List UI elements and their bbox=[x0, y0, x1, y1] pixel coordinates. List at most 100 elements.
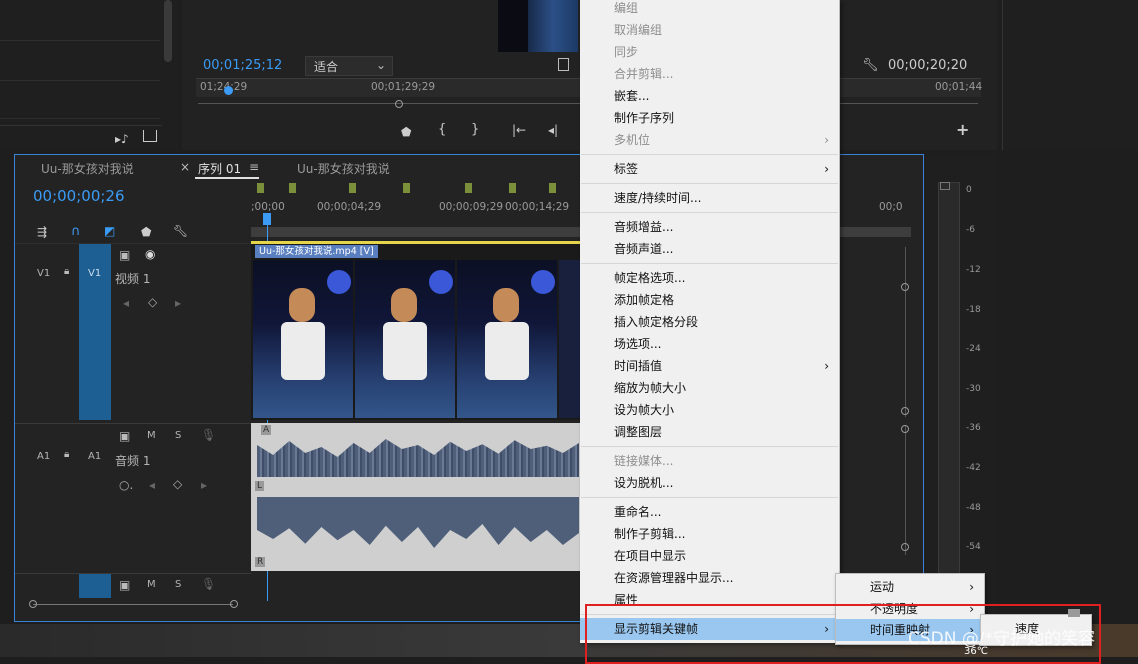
menu-item-ungroup[interactable]: 取消编组 bbox=[580, 19, 839, 41]
menu-item-reveal-in-explorer[interactable]: 在资源管理器中显示... bbox=[580, 567, 839, 589]
menu-item-make-subsequence[interactable]: 制作子序列 bbox=[580, 107, 839, 129]
wrench-icon[interactable]: 🔧︎ bbox=[173, 224, 188, 238]
timeline-zoom-bar[interactable] bbox=[33, 604, 233, 605]
playhead-marker[interactable] bbox=[224, 86, 233, 95]
scroll-handle[interactable] bbox=[901, 283, 909, 291]
film-icon[interactable]: ▣ bbox=[119, 248, 130, 262]
menu-item-audio-gain[interactable]: 音频增益... bbox=[580, 216, 839, 238]
menu-item-synchronize[interactable]: 同步 bbox=[580, 41, 839, 63]
menu-item-time-interpolation[interactable]: 时间插值 › bbox=[580, 355, 839, 377]
microphone-icon[interactable]: 🎙︎ bbox=[201, 577, 216, 591]
menu-item-group[interactable]: 编组 bbox=[580, 0, 839, 19]
microphone-icon[interactable]: 🎙︎ bbox=[201, 428, 216, 442]
menu-item-label-submenu[interactable]: 标签 › bbox=[580, 158, 839, 180]
mute-button[interactable]: M bbox=[147, 579, 156, 590]
fit-dropdown[interactable]: 适合 ⌄ bbox=[305, 56, 393, 76]
menu-item-frame-hold-options[interactable]: 帧定格选项... bbox=[580, 267, 839, 289]
solo-button[interactable]: S bbox=[175, 430, 181, 441]
keyframe-icon[interactable]: ◇ bbox=[148, 295, 157, 309]
tab-sequence-01[interactable]: 序列 01 bbox=[198, 160, 241, 177]
menu-item-reveal-in-project[interactable]: 在项目中显示 bbox=[580, 545, 839, 567]
submenu-arrow-icon: › bbox=[824, 359, 829, 373]
next-keyframe-icon[interactable]: ▸ bbox=[175, 296, 181, 310]
volume-keyframe-icon[interactable]: ○. bbox=[119, 478, 133, 492]
marker-icon[interactable] bbox=[349, 183, 356, 193]
playhead-timecode[interactable]: 00;01;25;12 bbox=[203, 58, 282, 73]
master-target[interactable] bbox=[79, 574, 111, 598]
scroll-handle[interactable] bbox=[901, 543, 909, 551]
video-track-scroll[interactable] bbox=[905, 247, 906, 417]
audio-clip[interactable]: A L R bbox=[251, 423, 581, 571]
track-header-a1: A1 🔒︎ A1 ▣ M S 🎙︎ 音频 1 ○. ◂ ◇ ▸ bbox=[15, 423, 251, 572]
keyframe-icon[interactable]: ◇ bbox=[173, 477, 182, 491]
menu-item-make-subclip[interactable]: 制作子剪辑... bbox=[580, 523, 839, 545]
menu-item-rename[interactable]: 重命名... bbox=[580, 501, 839, 523]
menu-item-speed-duration[interactable]: 速度/持续时间... bbox=[580, 187, 839, 209]
project-scrollbar[interactable] bbox=[164, 0, 172, 62]
insert-sequence-icon[interactable]: ⇶ bbox=[37, 225, 47, 239]
add-marker-icon[interactable]: ⬟ bbox=[401, 125, 411, 139]
panel-menu-icon[interactable]: ≡ bbox=[249, 160, 259, 174]
zoom-handle-left[interactable] bbox=[29, 600, 37, 608]
solo-button[interactable]: S bbox=[175, 579, 181, 590]
lock-icon[interactable]: 🔒︎ bbox=[64, 449, 69, 460]
close-icon[interactable]: × bbox=[180, 160, 190, 174]
mark-out-icon[interactable]: } bbox=[471, 122, 479, 137]
video-clip[interactable]: Uu-那女孩对我说.mp4 [V] bbox=[251, 241, 581, 420]
zoom-handle-right[interactable] bbox=[230, 600, 238, 608]
scroll-handle[interactable] bbox=[901, 425, 909, 433]
mute-button[interactable]: M bbox=[147, 430, 156, 441]
snap-icon[interactable]: ∩ bbox=[71, 224, 81, 239]
prev-keyframe-icon[interactable]: ◂ bbox=[123, 296, 129, 310]
source-timecode[interactable]: 00;00;20;20 bbox=[888, 58, 967, 73]
audio-track-scroll[interactable] bbox=[905, 425, 906, 555]
step-back-icon[interactable]: ◂| bbox=[548, 123, 558, 137]
menu-item-merge-clips[interactable]: 合并剪辑... bbox=[580, 63, 839, 85]
audio-r-label: R bbox=[255, 557, 266, 567]
menu-item-link-media[interactable]: 链接媒体... bbox=[580, 450, 839, 472]
next-keyframe-icon[interactable]: ▸ bbox=[201, 478, 207, 492]
tab-source-sequence[interactable]: Uu-那女孩对我说 bbox=[41, 160, 134, 177]
menu-item-audio-channels[interactable]: 音频声道... bbox=[580, 238, 839, 260]
menu-item-field-options[interactable]: 场选项... bbox=[580, 333, 839, 355]
marker-icon[interactable] bbox=[289, 183, 296, 193]
menu-item-nest[interactable]: 嵌套... bbox=[580, 85, 839, 107]
export-frame-icon[interactable] bbox=[558, 58, 569, 71]
zoom-handle-left[interactable] bbox=[395, 100, 403, 108]
timeline-timecode[interactable]: 00;00;00;26 bbox=[33, 187, 125, 205]
marker-icon[interactable] bbox=[549, 183, 556, 193]
marker-icon[interactable] bbox=[257, 183, 264, 193]
lock-icon[interactable]: 🔒︎ bbox=[64, 266, 69, 277]
meter-peak bbox=[940, 182, 950, 190]
mark-in-icon[interactable]: { bbox=[438, 122, 446, 137]
menu-item-insert-frame-hold[interactable]: 插入帧定格分段 bbox=[580, 311, 839, 333]
marker-icon[interactable] bbox=[509, 183, 516, 193]
add-button[interactable]: + bbox=[956, 120, 969, 139]
a1-target-label[interactable]: A1 bbox=[88, 451, 101, 462]
a1-source-label[interactable]: A1 bbox=[37, 451, 50, 462]
marker-icon[interactable] bbox=[465, 183, 472, 193]
automate-to-sequence-icon[interactable]: ▸♪ bbox=[115, 132, 129, 146]
go-to-in-icon[interactable]: |← bbox=[512, 123, 526, 137]
film-icon[interactable]: ▣ bbox=[119, 429, 130, 443]
scroll-handle[interactable] bbox=[901, 407, 909, 415]
menu-item-label: 时间插值 bbox=[614, 359, 663, 373]
film-icon[interactable]: ▣ bbox=[119, 578, 130, 592]
marker-icon[interactable] bbox=[403, 183, 410, 193]
menu-item-add-frame-hold[interactable]: 添加帧定格 bbox=[580, 289, 839, 311]
menu-item-adjustment-layer[interactable]: 调整图层 bbox=[580, 421, 839, 443]
menu-item-make-offline[interactable]: 设为脱机... bbox=[580, 472, 839, 494]
tab-source-sequence-2[interactable]: Uu-那女孩对我说 bbox=[297, 160, 390, 177]
menu-item-multicam[interactable]: 多机位 › bbox=[580, 129, 839, 151]
linked-selection-icon[interactable]: ◩ bbox=[104, 224, 115, 238]
eye-icon[interactable]: ◉ bbox=[145, 247, 155, 261]
prev-keyframe-icon[interactable]: ◂ bbox=[149, 478, 155, 492]
v1-target[interactable]: V1 bbox=[79, 244, 111, 420]
wrench-icon[interactable]: 🔧︎ bbox=[862, 58, 879, 73]
submenu-item-motion[interactable]: 运动 › bbox=[836, 576, 984, 598]
add-marker-icon[interactable]: ⬟ bbox=[141, 225, 151, 239]
new-item-icon[interactable] bbox=[143, 130, 157, 142]
v1-source-label[interactable]: V1 bbox=[37, 268, 50, 279]
menu-item-set-to-frame[interactable]: 设为帧大小 bbox=[580, 399, 839, 421]
menu-item-scale-to-frame[interactable]: 缩放为帧大小 bbox=[580, 377, 839, 399]
